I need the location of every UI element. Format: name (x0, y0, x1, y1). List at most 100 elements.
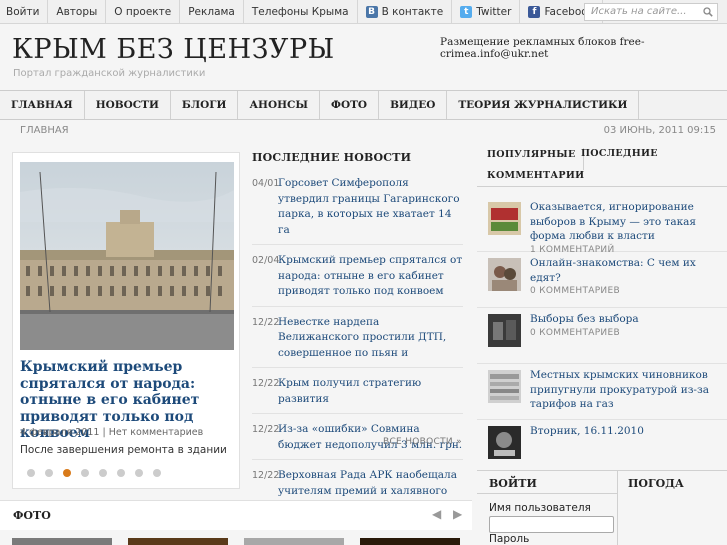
featured-image[interactable] (20, 162, 234, 350)
slider-pagination (27, 469, 161, 477)
popular-thumbnail[interactable] (488, 202, 521, 235)
popular-item: Оказывается, игнорирование выборов в Кры… (477, 196, 727, 255)
popular-item: Онлайн-знакомства: С чем их едят? 0 КОММЕ… (477, 252, 727, 308)
news-date: 12/22 (252, 316, 280, 328)
news-link[interactable]: Крым получил стратегию развития (278, 376, 463, 407)
site-subtitle: Портал гражданской журналистики (13, 68, 206, 79)
topnav-about-label: О проекте (114, 5, 172, 18)
photo-thumbnail[interactable] (244, 538, 344, 545)
tab-latest-comments[interactable]: ПОСЛЕДНИЕ (581, 148, 658, 159)
nav-journalism-theory[interactable]: ТЕОРИЯ ЖУРНАЛИСТИКИ (447, 91, 640, 119)
username-input[interactable] (489, 516, 614, 533)
login-heading: ВОЙТИ (489, 477, 537, 490)
popular-comments: 1 КОММЕНТАРИЙ (530, 244, 615, 255)
current-date: 03 ИЮНЬ, 2011 09:15 (603, 125, 716, 136)
slider-dot[interactable] (153, 469, 161, 477)
slider-dot[interactable] (99, 469, 107, 477)
featured-slider: Крымский премьер спрятался от народа: от… (12, 152, 240, 489)
news-date: 12/22 (252, 378, 280, 389)
topnav-ads[interactable]: Реклама (180, 0, 244, 24)
news-date: 04/01 (252, 178, 280, 189)
photo-thumbnail[interactable] (128, 538, 228, 545)
photo-nav-arrows[interactable]: ◀ ▶ (432, 507, 466, 521)
featured-meta: 4 февраля 2011 | Нет комментариев (20, 427, 203, 438)
popular-thumbnail[interactable] (488, 314, 521, 347)
slider-dot[interactable] (27, 469, 35, 477)
popular-thumbnail[interactable] (488, 258, 521, 291)
featured-comments[interactable]: Нет комментариев (109, 427, 204, 438)
news-link[interactable]: Невестке нардепа Велижанского простили Д… (278, 315, 463, 362)
popular-list: Оказывается, игнорирование выборов в Кры… (477, 196, 727, 476)
popular-title[interactable]: Местных крымских чиновников припугнули п… (530, 368, 727, 412)
topnav-authors-label: Авторы (56, 5, 98, 18)
slider-dot[interactable] (63, 469, 71, 477)
weather-heading: ПОГОДА (628, 477, 684, 490)
topnav-login[interactable]: Войти (0, 0, 49, 24)
nav-news[interactable]: НОВОСТИ (85, 91, 171, 119)
search-input[interactable]: Искать на сайте... (584, 3, 718, 21)
popular-comments: 0 КОММЕНТАРИЕВ (530, 286, 620, 296)
news-item: 12/22 Крым получил стратегию развития (252, 368, 463, 414)
popular-title[interactable]: Выборы без выбора (530, 312, 639, 327)
featured-date: 4 февраля 2011 (20, 427, 100, 438)
topnav-authors[interactable]: Авторы (48, 0, 107, 24)
column-divider (617, 470, 618, 545)
popular-item: Местных крымских чиновников припугнули п… (477, 364, 727, 420)
slider-dot[interactable] (135, 469, 143, 477)
popular-thumbnail[interactable] (488, 426, 521, 459)
topnav-ads-label: Реклама (188, 5, 235, 18)
login-divider (477, 493, 617, 494)
latest-news-list: 04/01 Горсовет Симферополя утвердил грани… (252, 168, 463, 522)
nav-blogs[interactable]: БЛОГИ (171, 91, 239, 119)
photo-heading: ФОТО (13, 509, 51, 522)
main-nav: ГЛАВНАЯ НОВОСТИ БЛОГИ АНОНСЫ ФОТО ВИДЕО … (0, 90, 727, 120)
featured-excerpt: После завершения ремонта в здании (20, 444, 227, 456)
latest-news-heading: ПОСЛЕДНИЕ НОВОСТИ (252, 151, 412, 164)
nav-announcements[interactable]: АНОНСЫ (238, 91, 320, 119)
topnav-phones-label: Телефоны Крыма (251, 5, 349, 18)
top-bar: Войти Авторы О проекте Реклама Телефоны … (0, 0, 727, 24)
password-label: Пароль (489, 533, 530, 545)
top-nav: Войти Авторы О проекте Реклама Телефоны … (0, 0, 603, 24)
nav-home[interactable]: ГЛАВНАЯ (0, 91, 85, 119)
slider-dot[interactable] (45, 469, 53, 477)
popular-item: Выборы без выбора 0 КОММЕНТАРИЕВ (477, 308, 727, 364)
popular-thumbnail[interactable] (488, 370, 521, 403)
topnav-vkontakte[interactable]: BВ контакте (358, 0, 453, 24)
slider-dot[interactable] (117, 469, 125, 477)
popular-comments: 0 КОММЕНТАРИЕВ (530, 327, 620, 338)
news-date: 12/22 (252, 424, 280, 435)
vkontakte-icon: B (365, 6, 378, 18)
photo-thumbnail[interactable] (360, 538, 460, 545)
sidebar-tabs: ПОПУЛЯРНЫЕ ПОСЛЕДНИЕ КОММЕНТАРИИ (477, 143, 727, 187)
news-link[interactable]: Крымский премьер спрятался от народа: от… (278, 253, 463, 300)
news-link[interactable]: Горсовет Симферополя утвердил границы Га… (278, 176, 463, 238)
topnav-about[interactable]: О проекте (106, 0, 181, 24)
sidebar-divider (477, 470, 727, 471)
news-item: 02/04 Крымский премьер спрятался от народ… (252, 245, 463, 307)
photo-thumbnail[interactable] (12, 538, 112, 545)
popular-item: Вторник, 16.11.2010 (477, 420, 727, 476)
topnav-twitter-label: Twitter (476, 5, 512, 18)
popular-title[interactable]: Онлайн-знакомства: С чем их едят? (530, 256, 727, 285)
tab-latest-comments-line2[interactable]: КОММЕНТАРИИ (487, 170, 584, 181)
topnav-phones[interactable]: Телефоны Крыма (244, 0, 358, 24)
nav-video[interactable]: ВИДЕО (379, 91, 448, 119)
photo-strip (12, 538, 460, 545)
popular-title[interactable]: Оказывается, игнорирование выборов в Кры… (530, 200, 727, 244)
news-date: 02/04 (252, 255, 280, 266)
popular-title[interactable]: Вторник, 16.11.2010 (530, 424, 644, 439)
topnav-twitter[interactable]: t Twitter (452, 0, 521, 24)
ads-contact: Размещение рекламных блоков free-crimea.… (440, 36, 645, 60)
breadcrumb[interactable]: ГЛАВНАЯ (20, 125, 69, 136)
site-title[interactable]: КРЫМ БЕЗ ЦЕНЗУРЫ (12, 34, 335, 65)
search-icon[interactable] (703, 7, 713, 17)
all-news-link[interactable]: ВСЕ НОВОСТИ » (383, 437, 462, 447)
nav-photo[interactable]: ФОТО (320, 91, 380, 119)
facebook-icon: f (528, 6, 541, 18)
slider-dot[interactable] (81, 469, 89, 477)
twitter-icon: t (460, 6, 473, 18)
news-item: 12/22 Невестке нардепа Велижанского прост… (252, 307, 463, 368)
topnav-login-label: Войти (6, 5, 40, 18)
tab-popular[interactable]: ПОПУЛЯРНЫЕ (487, 148, 585, 170)
